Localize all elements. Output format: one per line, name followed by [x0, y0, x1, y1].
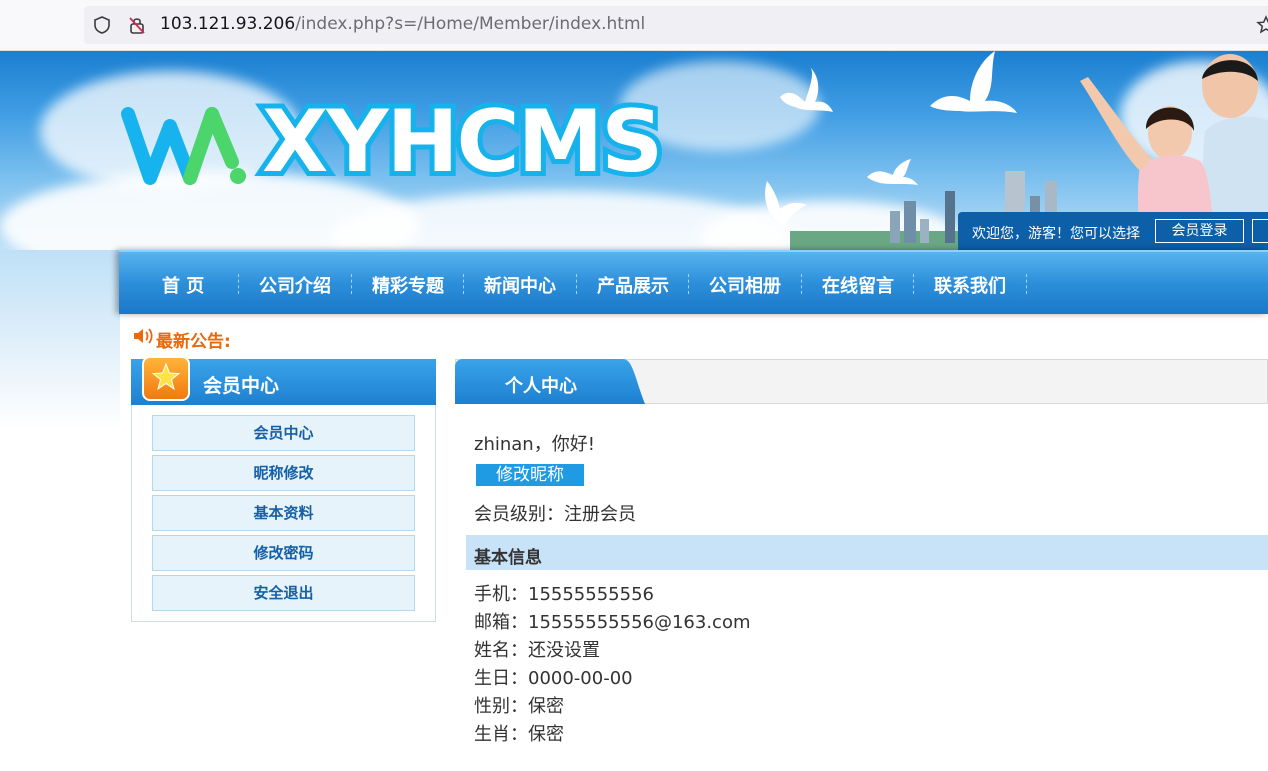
logo-mark-icon — [121, 107, 246, 185]
nav-guestbook[interactable]: 在线留言 — [822, 272, 894, 298]
edit-nickname-button[interactable]: 修改昵称 — [476, 464, 584, 486]
nav-separator — [913, 274, 914, 294]
url-path: /index.php?s=/Home/Member/index.html — [295, 14, 646, 34]
sidebar-badge — [142, 356, 190, 401]
site-banner: XYHCMS XYHCMS 欢迎您，游客！您可以选择 会员登录 — [0, 51, 1268, 250]
nav-contact[interactable]: 联系我们 — [934, 272, 1006, 298]
star-icon — [151, 362, 181, 391]
nav-separator — [688, 274, 689, 294]
logo-text: XYHCMS — [262, 92, 663, 192]
nav-separator — [463, 274, 464, 294]
notice-label: 最新公告: — [156, 332, 231, 352]
sky-fade — [0, 250, 120, 430]
nav-news[interactable]: 新闻中心 — [484, 272, 556, 298]
nav-separator — [576, 274, 577, 294]
info-name: 姓名：还没设置 — [474, 640, 600, 661]
info-gender: 性别：保密 — [474, 696, 564, 717]
register-button[interactable] — [1252, 219, 1268, 243]
info-birthday: 生日：0000-00-00 — [474, 668, 633, 689]
nav-separator — [238, 274, 239, 294]
nav-gallery[interactable]: 公司相册 — [709, 272, 781, 298]
basic-info-bar — [466, 535, 1268, 570]
url-host: 103.121.93.206 — [160, 14, 296, 34]
nav-about[interactable]: 公司介绍 — [259, 272, 331, 298]
info-zodiac: 生肖：保密 — [474, 724, 564, 745]
nav-separator — [1026, 274, 1027, 294]
info-phone: 手机：15555555556 — [474, 584, 654, 605]
nav-separator — [351, 274, 352, 294]
sidebar-link-member-center[interactable]: 会员中心 — [152, 415, 415, 451]
sidebar-link-password[interactable]: 修改密码 — [152, 535, 415, 571]
member-level: 会员级别：注册会员 — [474, 504, 636, 525]
nav-topics[interactable]: 精彩专题 — [372, 272, 444, 298]
sidebar-link-nickname[interactable]: 昵称修改 — [152, 455, 415, 491]
info-email: 邮箱：15555555556@163.com — [474, 612, 751, 633]
member-login-button[interactable]: 会员登录 — [1155, 219, 1244, 243]
bookmark-star-icon[interactable] — [1256, 15, 1268, 35]
dove-image — [780, 67, 833, 112]
browser-toolbar: 103.121.93.206/index.php?s=/Home/Member/… — [0, 0, 1268, 51]
welcome-text: 欢迎您，游客！您可以选择 — [972, 226, 1140, 242]
insecure-lock-icon[interactable] — [127, 15, 147, 35]
dove-image — [930, 51, 1017, 113]
nav-home[interactable]: 首 页 — [162, 272, 204, 298]
main-nav: 首 页 公司介绍 精彩专题 新闻中心 产品展示 公司相册 在线留言 联系我们 — [119, 250, 1268, 314]
tab-label: 个人中心 — [505, 376, 577, 397]
shield-icon[interactable] — [92, 15, 112, 35]
greeting: zhinan，你好! — [474, 434, 595, 455]
basic-info-title: 基本信息 — [474, 548, 542, 568]
nav-products[interactable]: 产品展示 — [597, 272, 669, 298]
nav-separator — [801, 274, 802, 294]
sidebar-link-logout[interactable]: 安全退出 — [152, 575, 415, 611]
speaker-icon — [134, 328, 153, 344]
sidebar-title: 会员中心 — [203, 375, 280, 397]
url-text[interactable]: 103.121.93.206/index.php?s=/Home/Member/… — [160, 14, 645, 34]
sidebar-link-profile[interactable]: 基本资料 — [152, 495, 415, 531]
